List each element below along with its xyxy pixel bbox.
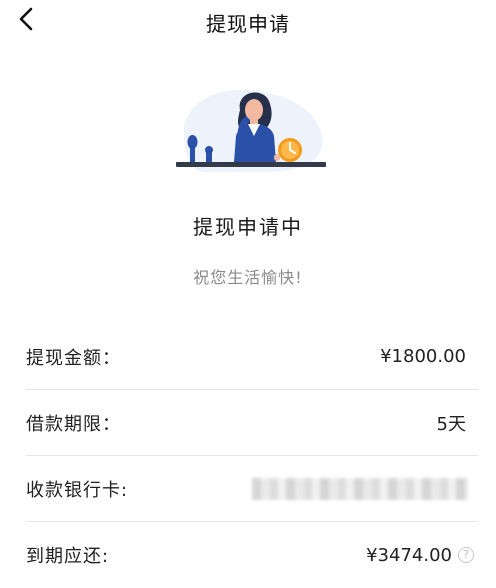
detail-row-bank-card: 收款银行卡: [26, 456, 478, 522]
page-title: 提现申请 [206, 12, 290, 36]
due-label: 到期应还: [26, 546, 110, 567]
status-illustration [176, 89, 326, 172]
detail-row-amount: 提现金额： ¥1800.00 [26, 324, 478, 390]
status-title: 提现申请中 [193, 215, 303, 239]
detail-row-term: 借款期限： 5天 [26, 390, 478, 456]
bank-card-number-blurred [252, 477, 468, 500]
term-value: 5天 [436, 413, 466, 435]
due-value: ¥3474.00 [366, 544, 452, 566]
bank-card-label: 收款银行卡: [26, 479, 129, 501]
status-subtitle: 祝您生活愉快! [193, 268, 303, 287]
detail-row-due: 到期应还: ¥3474.00 ? [26, 522, 478, 588]
withdraw-details: 提现金额： ¥1800.00 借款期限： 5天 收款银行卡: 到期应还: ¥34… [26, 324, 478, 588]
term-label: 借款期限： [26, 413, 121, 435]
due-value-wrap: ¥3474.00 ? [366, 545, 478, 566]
help-icon[interactable]: ? [458, 547, 474, 563]
amount-label: 提现金额： [26, 347, 121, 369]
navigation-bar: 提现申请 [0, 0, 496, 40]
amount-value: ¥1800.00 [380, 346, 466, 367]
withdraw-application-page: 提现申请 提现申请中 祝您生活愉快! 提现金额： ¥1800.00 借款期限： … [0, 0, 496, 588]
